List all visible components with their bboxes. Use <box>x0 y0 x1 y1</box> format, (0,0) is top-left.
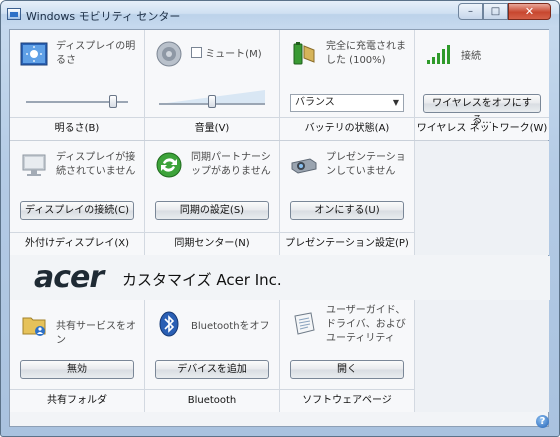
software-footer-label[interactable]: ソフトウェアページ <box>280 389 414 412</box>
tile-volume: ミュート(M) 音量(V) <box>145 30 279 140</box>
bluetooth-icon <box>159 311 179 337</box>
brightness-slider[interactable] <box>26 95 128 108</box>
shared-folder-icon <box>22 317 46 336</box>
connect-display-button[interactable]: ディスプレイの接続(C) <box>20 201 134 220</box>
presentation-status: プレゼンテーションしていません <box>326 152 406 177</box>
monitor-icon <box>22 154 46 176</box>
bluetooth-status: Bluetoothをオフ <box>191 321 270 332</box>
sync-icon <box>156 152 182 178</box>
close-button[interactable]: ✕ <box>508 3 551 20</box>
app-icon <box>7 8 21 20</box>
maximize-icon: □ <box>490 5 501 17</box>
tile-wireless: 接続 ワイヤレスをオフにする... ワイヤレス ネットワーク(W) <box>415 30 549 140</box>
tile-bluetooth: Bluetoothをオフ デバイスを追加 Bluetooth <box>145 300 279 412</box>
brightness-icon <box>20 42 48 66</box>
close-icon: ✕ <box>524 5 535 18</box>
display-status: ディスプレイが接続されていません <box>56 152 136 177</box>
battery-footer-label[interactable]: バッテリの状態(A) <box>280 117 414 140</box>
chevron-down-icon: ▼ <box>392 98 399 107</box>
acer-logo: acer <box>34 260 104 295</box>
power-plan-value: バランス <box>295 97 335 108</box>
presentation-on-button[interactable]: オンにする(U) <box>290 201 404 220</box>
tiles-area: ディスプレイの明るさ 明るさ(B) ミュート(M) 音量(V) 完全に充電されま… <box>9 29 550 427</box>
document-icon <box>294 312 315 335</box>
tile-external-display: ディスプレイが接続されていません ディスプレイの接続(C) 外付けディスプレイ(… <box>10 141 144 255</box>
display-footer-label[interactable]: 外付けディスプレイ(X) <box>10 232 144 255</box>
caption-buttons: – □ ✕ <box>458 3 551 20</box>
presentation-footer-label[interactable]: プレゼンテーション設定(P) <box>280 232 414 255</box>
power-plan-select[interactable]: バランス ▼ <box>290 94 404 112</box>
volume-footer-label[interactable]: 音量(V) <box>145 117 279 140</box>
sharing-footer-label[interactable]: 共有フォルダ <box>10 389 144 412</box>
brightness-status: ディスプレイの明るさ <box>56 41 136 66</box>
sync-status: 同期パートナーシップがありません <box>191 152 271 177</box>
sync-footer-label[interactable]: 同期センター(N) <box>145 232 279 255</box>
brand-caption: カスタマイズ Acer Inc. <box>122 271 282 289</box>
battery-icon <box>293 42 315 65</box>
wireless-status: 接続 <box>461 51 481 62</box>
empty-tile <box>415 300 549 412</box>
bluetooth-footer-label[interactable]: Bluetooth <box>145 389 279 412</box>
volume-slider-thumb[interactable] <box>208 95 216 108</box>
software-description: ユーザーガイド、ドライバ、およびユーティリティ <box>326 305 406 344</box>
open-software-button[interactable]: 開く <box>290 360 404 379</box>
mute-checkbox-label: ミュート(M) <box>205 49 262 60</box>
speaker-icon <box>156 41 182 67</box>
empty-tile <box>415 141 549 255</box>
tile-battery: 完全に充電されました (100%) バランス ▼ バッテリの状態(A) <box>280 30 414 140</box>
disable-sharing-button[interactable]: 無効 <box>20 360 134 379</box>
sync-settings-button[interactable]: 同期の設定(S) <box>155 201 269 220</box>
tile-sync-center: 同期パートナーシップがありません 同期の設定(S) 同期センター(N) <box>145 141 279 255</box>
add-device-button[interactable]: デバイスを追加 <box>155 360 269 379</box>
mute-checkbox[interactable] <box>191 47 202 58</box>
tile-software-page: ユーザーガイド、ドライバ、およびユーティリティ 開く ソフトウェアページ <box>280 300 414 412</box>
tile-shared-folder: 共有サービスをオン 無効 共有フォルダ <box>10 300 144 412</box>
brightness-slider-thumb[interactable] <box>109 95 117 108</box>
mute-checkbox-row[interactable]: ミュート(M) <box>191 47 273 62</box>
window-title: Windows モビリティ センター <box>26 10 181 23</box>
help-icon[interactable]: ? <box>536 415 549 428</box>
sharing-status: 共有サービスをオン <box>56 321 136 346</box>
mobility-center-window: Windows モビリティ センター – □ ✕ ディスプレイの明るさ 明るさ(… <box>0 0 560 437</box>
tile-presentation: プレゼンテーションしていません オンにする(U) プレゼンテーション設定(P) <box>280 141 414 255</box>
maximize-button[interactable]: □ <box>483 3 508 20</box>
minimize-button[interactable]: – <box>458 3 483 20</box>
tile-brightness: ディスプレイの明るさ 明るさ(B) <box>10 30 144 140</box>
projector-icon <box>291 158 317 174</box>
minimize-icon: – <box>468 5 473 17</box>
brightness-footer-label[interactable]: 明るさ(B) <box>10 117 144 140</box>
oem-brand-bar: acer カスタマイズ Acer Inc. <box>10 256 550 300</box>
battery-status: 完全に充電されました (100%) <box>326 41 406 66</box>
wireless-off-button[interactable]: ワイヤレスをオフにする... <box>423 94 541 126</box>
signal-strength-icon <box>427 45 450 64</box>
wireless-footer-label[interactable]: ワイヤレス ネットワーク(W) <box>415 117 549 140</box>
title-bar[interactable]: Windows モビリティ センター – □ ✕ <box>1 1 559 27</box>
